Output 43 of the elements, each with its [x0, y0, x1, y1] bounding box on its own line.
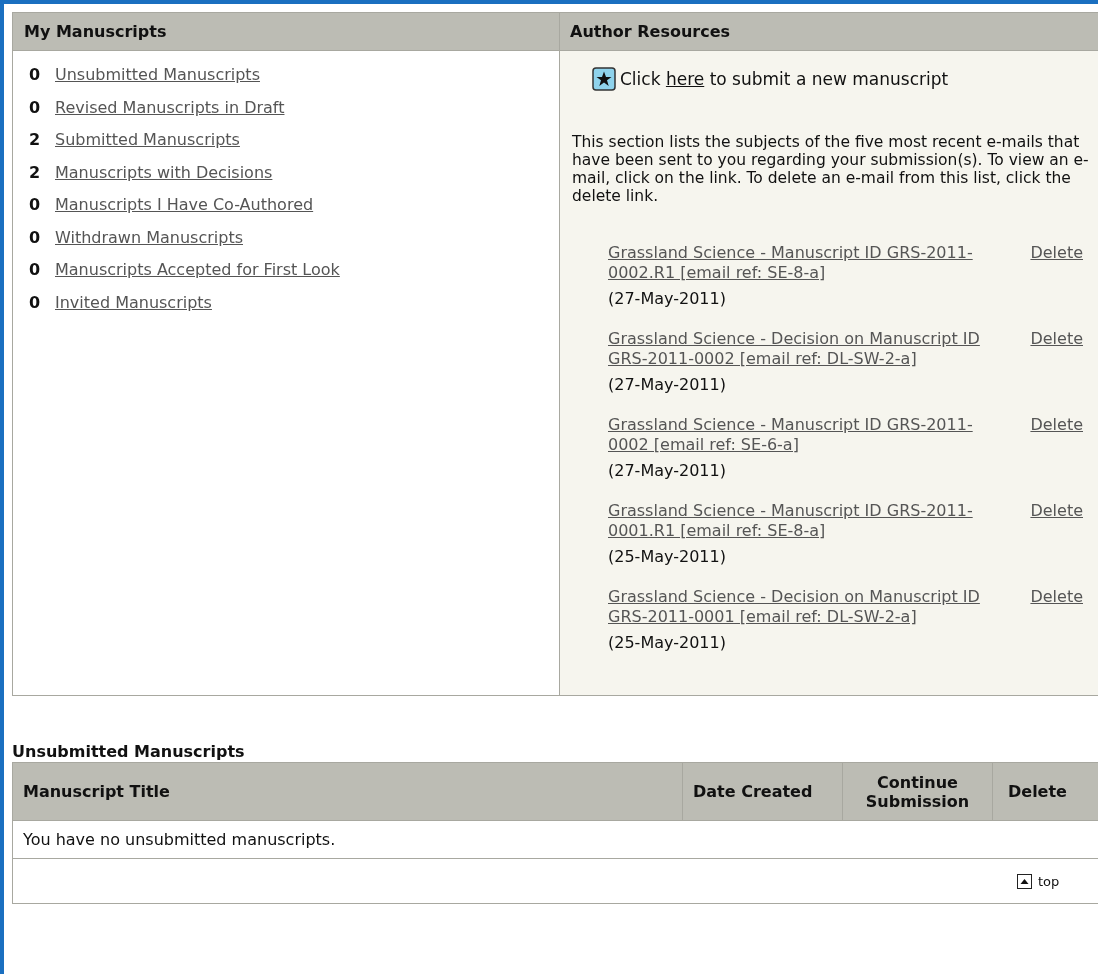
manuscript-link[interactable]: Submitted Manuscripts — [55, 130, 240, 149]
manuscript-link[interactable]: Invited Manuscripts — [55, 292, 212, 312]
manuscript-count: 2 — [29, 130, 39, 149]
delete-link[interactable]: Delete — [1030, 587, 1083, 627]
manuscript-count: 0 — [29, 292, 39, 312]
top-link[interactable]: top — [1017, 873, 1060, 889]
manuscript-link[interactable]: Manuscripts I Have Co-Authored — [55, 195, 314, 214]
description-text: This section lists the subjects of the five most recent e-mails that have been sent to you regarding your submission(s). To view an e-mail, click on the link. To delete an e-mail from this list, click the delete link. — [572, 133, 1090, 205]
manuscript-link[interactable]: Manuscripts with Decisions — [55, 162, 273, 182]
email-link[interactable]: Grassland Science - Decision on Manuscript ID GRS-2011-0001 [email ref: DL-SW-2-a] — [608, 587, 983, 627]
email-link[interactable]: Grassland Science - Manuscript ID GRS-2011-0002 [email ref: SE-6-a] — [608, 415, 983, 455]
manuscript-link[interactable]: Unsubmitted Manuscripts — [55, 65, 260, 84]
email-date: (27-May-2011) — [608, 289, 727, 309]
manuscript-link[interactable]: Withdrawn Manuscripts — [55, 227, 243, 247]
delete-link[interactable]: Delete — [1030, 243, 1083, 283]
email-date: (25-May-2011) — [608, 633, 727, 653]
email-link[interactable]: Grassland Science - Manuscript ID GRS-2011-0002.R1 [email ref: SE-8-a] — [608, 243, 983, 283]
manuscript-link[interactable]: Manuscripts Accepted for First Look — [55, 260, 340, 279]
email-date: (27-May-2011) — [608, 461, 727, 481]
delete-link[interactable]: Delete — [1030, 329, 1083, 369]
here-link[interactable]: here — [665, 69, 705, 89]
table-cell: You have no unsubmitted manuscripts. — [13, 820, 1098, 859]
email-link[interactable]: Grassland Science - Decision on Manuscript ID GRS-2011-0002 [email ref: DL-SW-2-a] — [608, 329, 983, 369]
submit-text: Click here to submit a new manuscript — [620, 69, 949, 89]
panel-header: Author Resources — [560, 13, 1098, 51]
manuscript-count: 0 — [29, 260, 39, 279]
manuscript-count: 2 — [29, 162, 39, 182]
panel-header: My Manuscripts — [13, 13, 559, 51]
column-header: Date Created — [682, 763, 842, 820]
manuscript-count: 0 — [29, 65, 39, 84]
email-date: (27-May-2011) — [608, 375, 727, 395]
delete-link[interactable]: Delete — [1030, 501, 1083, 541]
email-date: (25-May-2011) — [608, 547, 727, 567]
manuscript-count: 0 — [29, 195, 39, 214]
manuscript-count: 0 — [29, 97, 39, 117]
section-title: Unsubmitted Manuscripts — [12, 742, 246, 762]
column-header: Continue Submission — [842, 763, 992, 820]
column-header: Manuscript Title — [22, 781, 171, 803]
manuscript-link[interactable]: Revised Manuscripts in Draft — [55, 97, 285, 117]
column-header: Delete — [992, 763, 1098, 820]
delete-link[interactable]: Delete — [1030, 415, 1083, 455]
manuscript-count: 0 — [29, 227, 39, 247]
email-link[interactable]: Grassland Science - Manuscript ID GRS-2011-0001.R1 [email ref: SE-8-a] — [608, 501, 983, 541]
